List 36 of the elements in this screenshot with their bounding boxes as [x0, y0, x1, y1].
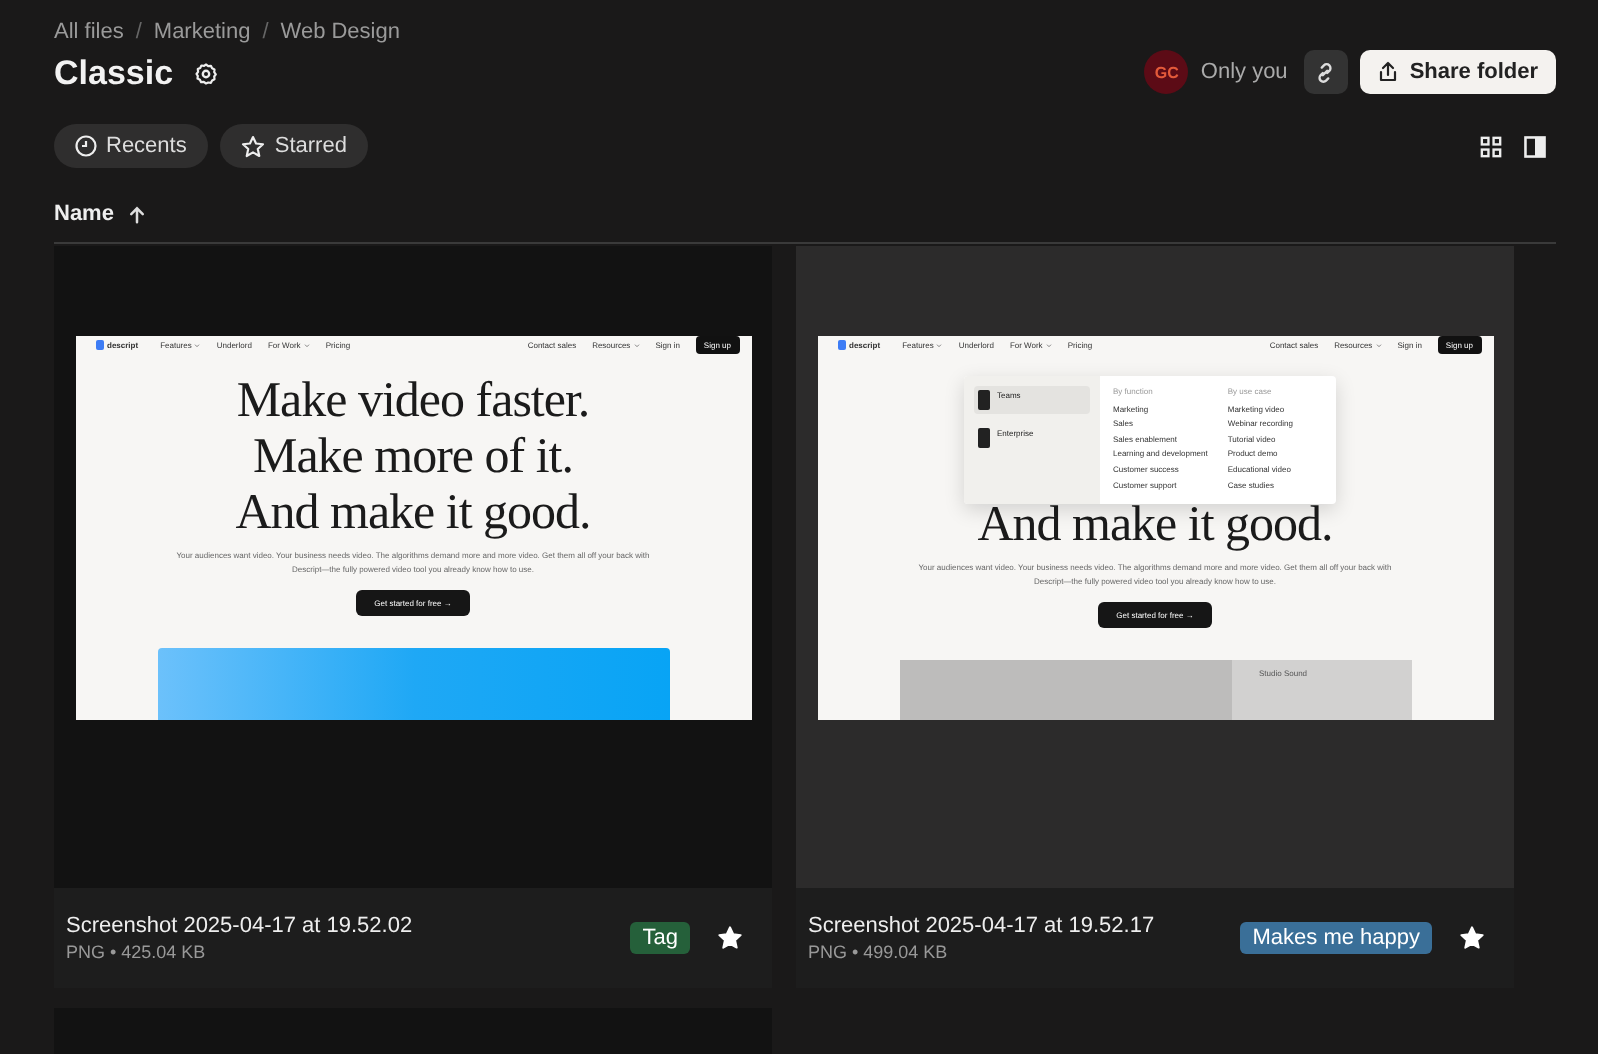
star-icon[interactable]	[1458, 924, 1486, 952]
sort-by-name-button[interactable]: Name	[54, 202, 114, 226]
filter-button[interactable]: Starred	[220, 124, 369, 168]
file-meta: PNG • 425.04 KB	[66, 942, 208, 962]
logo-icon	[837, 340, 845, 350]
tag[interactable]: Tag	[630, 922, 690, 954]
headline-line: And make it good.	[977, 498, 1333, 554]
folder-title: Classic	[54, 54, 174, 94]
share-folder-button[interactable]: Share folder	[1359, 50, 1556, 94]
access-label: Only you	[1200, 60, 1288, 84]
file-name: Screenshot 2025-04-17 at 19.52.02	[66, 914, 415, 938]
user-avatar[interactable]: GC	[1144, 50, 1189, 94]
copy-link-button[interactable]	[1303, 50, 1348, 94]
headline-line: And make it good.	[235, 486, 591, 542]
star-icon[interactable]	[716, 924, 744, 952]
file-card[interactable]	[54, 246, 772, 988]
settings-icon[interactable]	[193, 62, 218, 86]
headline-line: Make video faster.	[235, 374, 591, 430]
grid-view-icon[interactable]	[1480, 135, 1502, 157]
side-panel-icon[interactable]	[1524, 135, 1546, 157]
tag[interactable]: Makes me happy	[1240, 922, 1432, 954]
file-card[interactable]	[796, 246, 1514, 988]
file-meta: PNG • 499.04 KB	[808, 942, 950, 962]
upload-icon	[1375, 60, 1400, 84]
breadcrumb-link[interactable]: Marketing	[153, 20, 251, 44]
headline-line: Make more of it.	[250, 430, 575, 486]
star-icon	[240, 133, 267, 159]
sort-arrow-icon[interactable]	[127, 205, 146, 223]
clock-icon	[74, 134, 98, 158]
breadcrumb-link[interactable]: Web Design	[280, 20, 400, 44]
breadcrumb-separator: /	[262, 20, 269, 44]
breadcrumb-link[interactable]: All files	[54, 20, 124, 44]
breadcrumb-separator: /	[135, 20, 142, 44]
logo-icon	[95, 340, 103, 350]
file-name: Screenshot 2025-04-17 at 19.52.17	[808, 914, 1157, 938]
filter-button[interactable]: Recents	[54, 124, 209, 168]
